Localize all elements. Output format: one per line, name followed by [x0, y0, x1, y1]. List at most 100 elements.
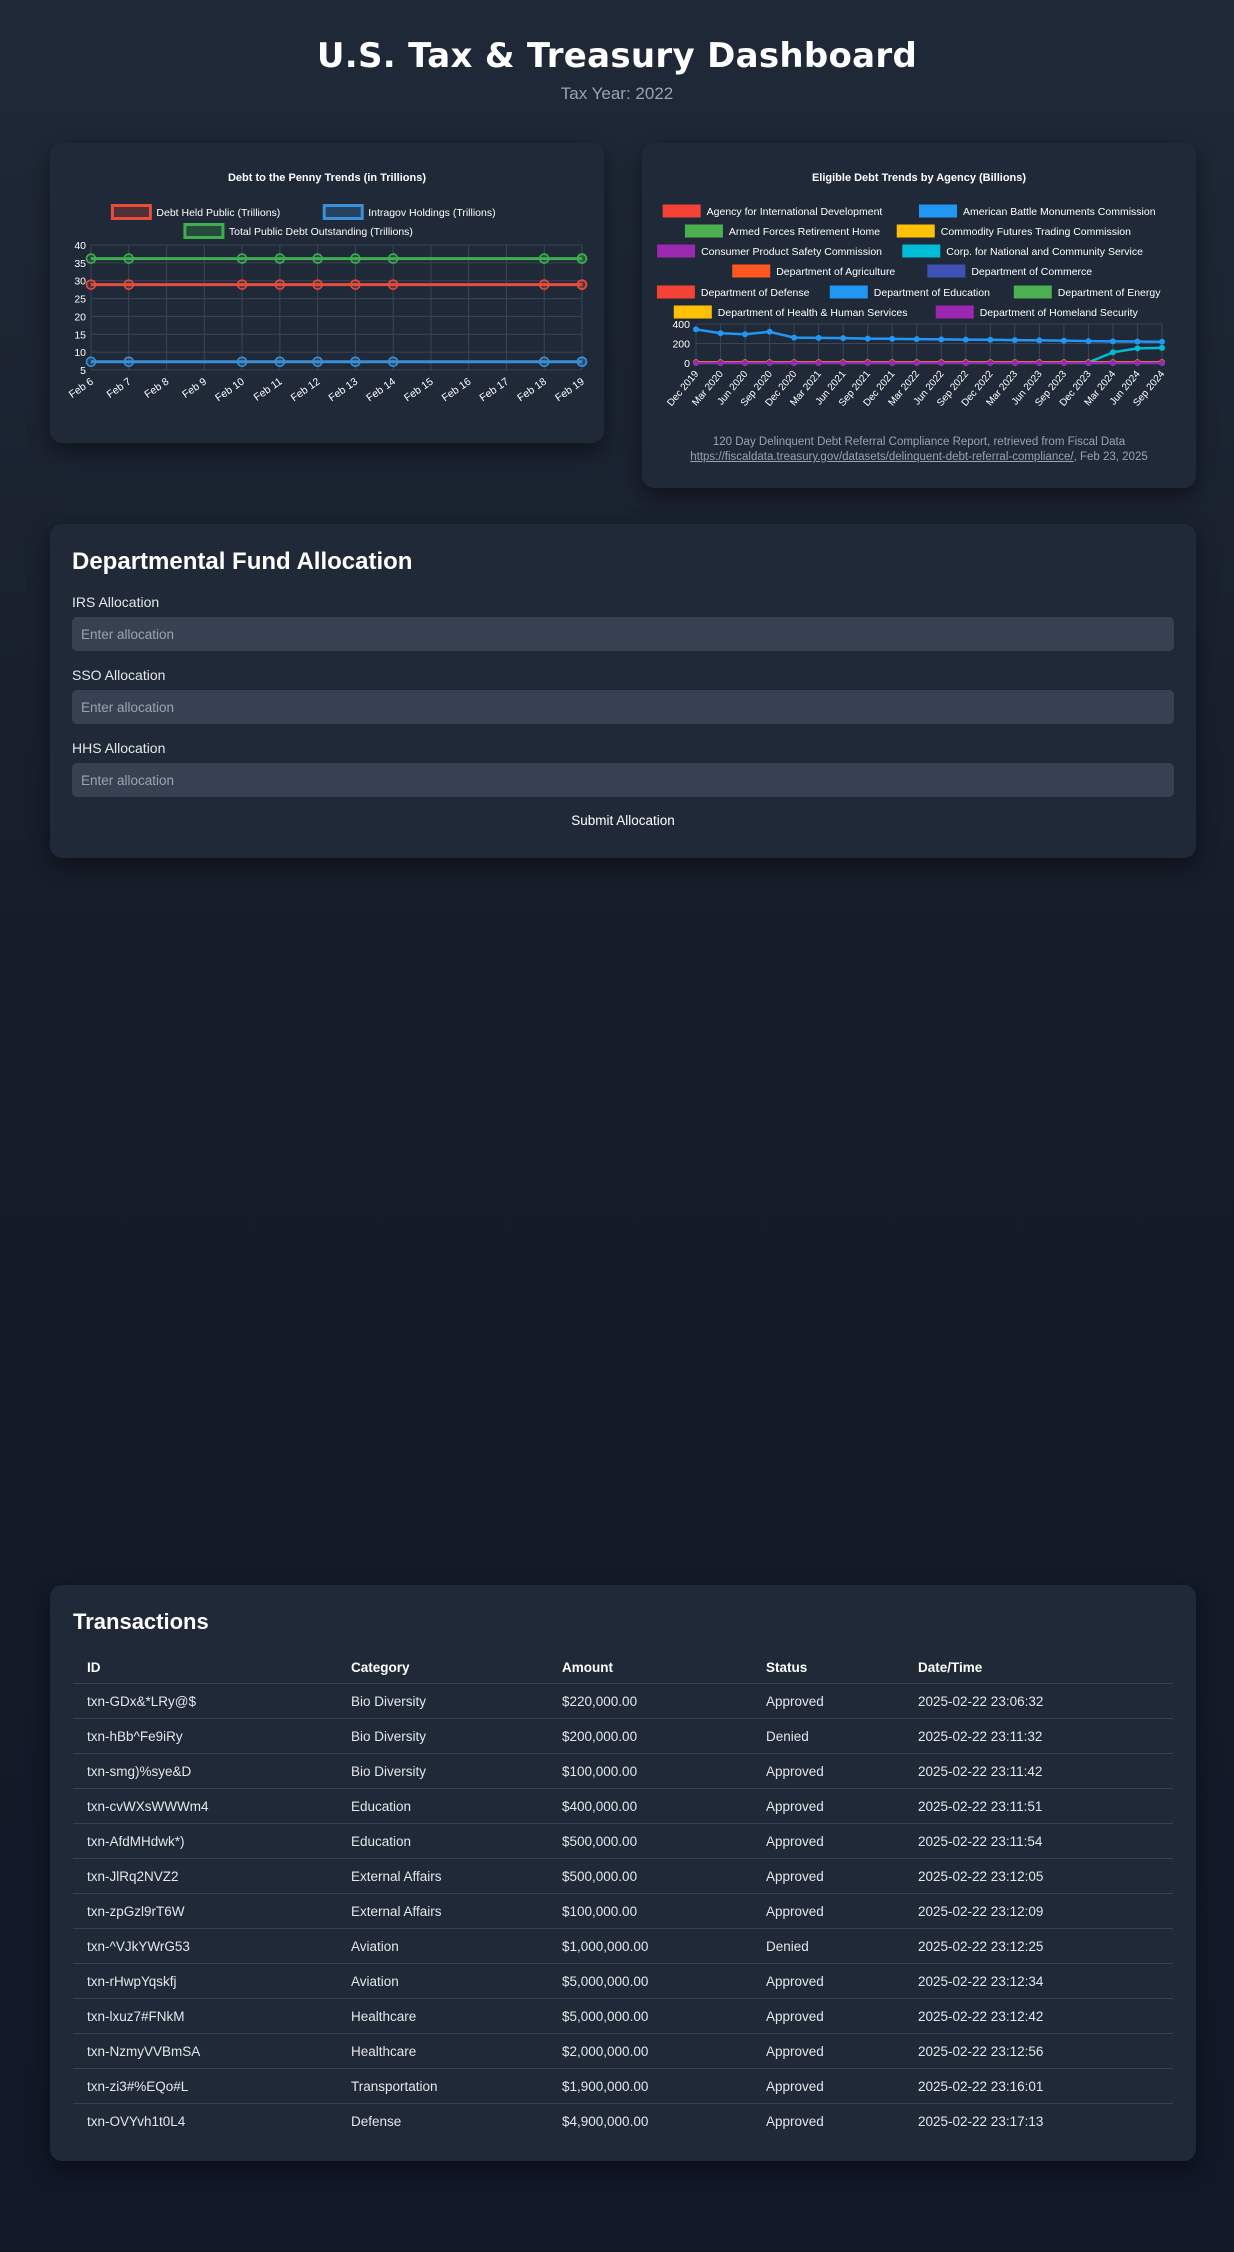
cell-id: txn-zpGzl9rT6W [73, 1893, 337, 1929]
cell-status: Approved [752, 1823, 904, 1859]
data-point [123, 279, 135, 290]
column-header-datetime[interactable]: Date/Time [904, 1651, 1173, 1684]
data-point [85, 356, 97, 368]
data-point [1036, 359, 1043, 366]
series-line [696, 346, 1163, 364]
hhs-allocation-label: HHS Allocation [72, 740, 166, 756]
cell-datetime: 2025-02-22 23:11:32 [904, 1718, 1173, 1754]
table-row[interactable]: txn-rHwpYqskfj Aviation $5,000,000.00 Appro… [73, 1963, 1173, 1999]
table-row[interactable]: txn-^VJkYWrG53 Aviation $1,000,000.00 Denie… [73, 1928, 1173, 1964]
data-point [123, 253, 135, 264]
data-point [815, 359, 822, 366]
data-point [1159, 359, 1165, 366]
data-point [889, 335, 896, 342]
x-tick-label: Feb 15 [402, 376, 436, 405]
x-tick-label: Feb 14 [364, 376, 398, 405]
legend-label: Department of Education [874, 287, 990, 299]
data-point [538, 356, 550, 368]
irs-allocation-input[interactable] [72, 617, 1174, 651]
cell-amount: $100,000.00 [548, 1893, 752, 1929]
data-point [236, 356, 248, 368]
table-row[interactable]: txn-hBb^Fe9iRy Bio Diversity $200,000.00 De… [73, 1718, 1173, 1754]
data-point [717, 330, 724, 337]
cell-amount: $400,000.00 [548, 1788, 752, 1824]
data-point [889, 359, 896, 366]
data-point [1134, 345, 1141, 352]
legend-swatch [935, 305, 974, 319]
table-row[interactable]: txn-NzmyVVBmSA Healthcare $2,000,000.00 App… [73, 2033, 1173, 2069]
cell-id: txn-JlRq2NVZ2 [73, 1858, 337, 1894]
fund-allocation-card: Departmental Fund Allocation IRS Allocat… [50, 524, 1196, 858]
column-header-category[interactable]: Category [337, 1651, 548, 1684]
cell-category: Healthcare [337, 2033, 548, 2069]
data-point [938, 336, 945, 343]
data-point [913, 336, 920, 343]
data-point [350, 253, 361, 264]
cell-datetime: 2025-02-22 23:12:42 [904, 1998, 1173, 2034]
legend-swatch [662, 204, 701, 218]
source-link[interactable]: https://fiscaldata.treasury.gov/datasets… [690, 451, 1073, 463]
legend-label: Department of Agriculture [776, 266, 895, 278]
data-point [274, 356, 286, 368]
data-point [387, 356, 399, 368]
data-point [1134, 359, 1141, 366]
x-tick-label: Feb 11 [252, 376, 285, 404]
table-row[interactable]: txn-zpGzl9rT6W External Affairs $100,000.0… [73, 1893, 1173, 1929]
cell-status: Approved [752, 1963, 904, 1999]
data-point [1011, 359, 1018, 366]
x-tick-label: Feb 9 [180, 376, 209, 401]
legend-label: Department of Commerce [971, 266, 1092, 278]
table-row[interactable]: txn-JlRq2NVZ2 External Affairs $500,000.00… [73, 1858, 1173, 1894]
cell-datetime: 2025-02-22 23:12:34 [904, 1963, 1173, 1999]
legend-label: American Battle Monuments Commission [963, 206, 1156, 218]
submit-allocation-button[interactable]: Submit Allocation [571, 813, 675, 828]
table-row[interactable]: txn-smg)%sye&D Bio Diversity $100,000.00 Ap… [73, 1753, 1173, 1789]
data-point [1159, 338, 1165, 345]
column-header-status[interactable]: Status [752, 1651, 904, 1684]
data-point [1109, 338, 1116, 345]
table-row[interactable]: txn-AfdMHdwk*) Education $500,000.00 Approv… [73, 1823, 1173, 1859]
legend-swatch [927, 264, 966, 278]
data-point [766, 328, 773, 335]
irs-allocation-label: IRS Allocation [72, 594, 160, 610]
cell-id: txn-AfdMHdwk*) [73, 1823, 337, 1859]
cell-datetime: 2025-02-22 23:16:01 [904, 2068, 1173, 2104]
legend-swatch [902, 244, 941, 258]
table-row[interactable]: txn-GDx&*LRy@$ Bio Diversity $220,000.00 Ap… [73, 1683, 1173, 1719]
sso-allocation-input[interactable] [72, 690, 1174, 724]
y-tick-label: 40 [74, 240, 86, 252]
cell-category: Defense [351, 2113, 402, 2129]
data-point [1109, 359, 1116, 366]
y-tick-label: 200 [672, 339, 690, 351]
data-point [576, 253, 588, 264]
legend-swatch [322, 204, 364, 220]
data-point [274, 279, 286, 290]
cell-amount: $200,000.00 [548, 1718, 752, 1754]
cell-datetime: 2025-02-22 23:12:25 [904, 1928, 1173, 1964]
y-tick-label: 30 [74, 276, 86, 288]
column-header-id[interactable]: ID [73, 1651, 337, 1684]
cell-id: txn-hBb^Fe9iRy [73, 1718, 337, 1754]
data-point [791, 359, 798, 366]
cell-status: Approved [752, 1753, 904, 1789]
table-row[interactable]: txn-cvWXsWWWm4 Education $400,000.00 Approv… [73, 1788, 1173, 1824]
cell-amount: $100,000.00 [548, 1753, 752, 1789]
cell-category: Transportation [337, 2068, 548, 2104]
table-row[interactable]: txn-zi3#%EQo#L Transportation $1,900,000.0… [73, 2068, 1173, 2104]
table-row[interactable]: txn-OVYvh1t0L4 Defense $4,900,000.00 Approv… [73, 2104, 1173, 2139]
cell-datetime: 2025-02-22 23:12:56 [904, 2033, 1173, 2069]
table-row[interactable]: txn-lxuz7#FNkM Healthcare $5,000,000.00 App… [73, 1998, 1173, 2034]
data-point [717, 359, 724, 366]
x-tick-label: Feb 6 [67, 376, 96, 401]
column-header-amount[interactable]: Amount [548, 1651, 752, 1684]
legend-swatch [896, 224, 935, 238]
data-point [312, 356, 323, 368]
cell-amount: $2,000,000.00 [548, 2033, 752, 2069]
hhs-allocation-input[interactable] [72, 763, 1174, 797]
cell-amount: $5,000,000.00 [548, 1998, 752, 2034]
cell-id: txn-smg)%sye&D [73, 1753, 337, 1789]
data-point [312, 279, 323, 290]
legend-swatch [829, 285, 868, 299]
transactions-title: Transactions [73, 1609, 209, 1634]
cell-category: Education [337, 1788, 548, 1824]
